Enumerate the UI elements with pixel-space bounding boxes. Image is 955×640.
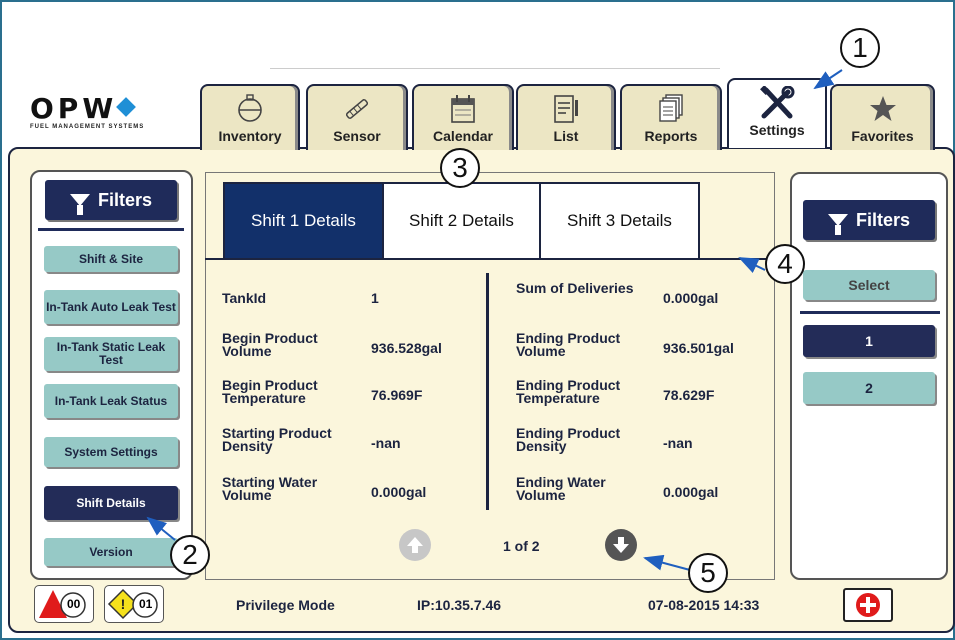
label-ending-product-volume: Ending Product Volume bbox=[516, 330, 621, 359]
page-up-button[interactable] bbox=[399, 529, 431, 561]
list-icon bbox=[518, 92, 614, 126]
opw-logo: OPW FUEL MANAGEMENT SYSTEMS bbox=[30, 95, 190, 135]
filter-in-tank-static-leak-test[interactable]: In-Tank Static Leak Test bbox=[44, 337, 178, 371]
label-begin-product-temperature: Begin Product Temperature bbox=[222, 377, 318, 406]
callout-5: 5 bbox=[688, 553, 728, 593]
tools-icon bbox=[729, 86, 825, 120]
tab-label: Inventory bbox=[218, 128, 282, 144]
tab-label: Reports bbox=[644, 128, 698, 144]
tab-favorites[interactable]: Favorites bbox=[830, 84, 935, 150]
value-ending-product-density: -nan bbox=[663, 435, 693, 451]
warning-indicator[interactable]: ! 01 bbox=[104, 585, 164, 623]
shift-tab-underline bbox=[205, 258, 775, 260]
filter-shift-site[interactable]: Shift & Site bbox=[44, 246, 178, 272]
svg-text:!: ! bbox=[121, 596, 126, 612]
tab-shift-2-details[interactable]: Shift 2 Details bbox=[382, 182, 541, 260]
tab-shift-1-details[interactable]: Shift 1 Details bbox=[223, 182, 384, 260]
callout-2: 2 bbox=[170, 535, 210, 575]
label-ending-product-density: Ending Product Density bbox=[516, 425, 621, 454]
filter-in-tank-auto-leak-test[interactable]: In-Tank Auto Leak Test bbox=[44, 290, 178, 324]
filter-in-tank-leak-status[interactable]: In-Tank Leak Status bbox=[44, 384, 178, 418]
value-begin-product-temperature: 76.969F bbox=[371, 387, 423, 403]
logo-brand: OPW bbox=[30, 92, 118, 125]
value-ending-product-volume: 936.501gal bbox=[663, 340, 734, 356]
filter-icon bbox=[69, 194, 90, 215]
privilege-mode-status: Privilege Mode bbox=[236, 597, 335, 613]
logo-diamond-icon bbox=[116, 97, 137, 117]
tab-label: Favorites bbox=[851, 128, 914, 144]
callout-1: 1 bbox=[840, 28, 880, 68]
arrow-up-icon bbox=[407, 537, 423, 553]
tab-settings[interactable]: Settings bbox=[727, 78, 827, 148]
alarm-triangle-icon bbox=[39, 590, 86, 618]
filter-version[interactable]: Version bbox=[44, 538, 178, 566]
tab-shift-3-details[interactable]: Shift 3 Details bbox=[539, 182, 700, 260]
tab-reports[interactable]: Reports bbox=[620, 84, 722, 150]
probe-icon bbox=[308, 92, 406, 126]
left-separator bbox=[38, 228, 184, 231]
filters-label: Filters bbox=[97, 189, 153, 210]
value-sum-of-deliveries: 0.000gal bbox=[663, 290, 719, 306]
left-filters-button[interactable]: Filters bbox=[45, 180, 177, 220]
label-starting-product-density: Starting Product Density bbox=[222, 425, 332, 454]
tab-label: List bbox=[553, 128, 579, 144]
ip-address: IP:10.35.7.46 bbox=[417, 597, 502, 613]
select-item-2[interactable]: 2 bbox=[803, 372, 935, 404]
calendar-icon bbox=[414, 92, 512, 126]
tab-list[interactable]: List bbox=[516, 84, 616, 150]
label-sum-of-deliveries: Sum of Deliveries bbox=[516, 280, 634, 296]
plus-circle-icon bbox=[856, 593, 880, 617]
tab-label: Settings bbox=[749, 122, 805, 138]
right-filters-button[interactable]: Filters bbox=[803, 200, 935, 240]
column-divider bbox=[486, 273, 489, 510]
star-icon bbox=[832, 92, 933, 126]
right-separator bbox=[800, 311, 940, 314]
tab-label: Sensor bbox=[333, 128, 381, 144]
alarm-count: 00 bbox=[67, 597, 81, 611]
warning-diamond-icon: ! bbox=[107, 588, 158, 620]
tab-inventory[interactable]: Inventory bbox=[200, 84, 300, 150]
gauge-icon bbox=[202, 92, 298, 126]
value-starting-product-density: -nan bbox=[371, 435, 401, 451]
filters-label: Filters bbox=[855, 209, 911, 230]
value-ending-product-temperature: 78.629F bbox=[663, 387, 715, 403]
label-starting-water-volume: Starting Water Volume bbox=[222, 474, 318, 503]
value-begin-product-volume: 936.528gal bbox=[371, 340, 442, 356]
tab-calendar[interactable]: Calendar bbox=[412, 84, 514, 150]
filter-shift-details[interactable]: Shift Details bbox=[44, 486, 178, 520]
select-item-1[interactable]: 1 bbox=[803, 325, 935, 357]
date-time: 07-08-2015 14:33 bbox=[648, 597, 760, 613]
label-begin-product-volume: Begin Product Volume bbox=[222, 330, 318, 359]
label-tankid: TankId bbox=[222, 290, 267, 306]
label-ending-water-volume: Ending Water Volume bbox=[516, 474, 606, 503]
value-tankid: 1 bbox=[371, 290, 379, 306]
tab-label: Calendar bbox=[433, 128, 493, 144]
label-ending-product-temperature: Ending Product Temperature bbox=[516, 377, 621, 406]
filter-system-settings[interactable]: System Settings bbox=[44, 437, 178, 467]
callout-4: 4 bbox=[765, 244, 805, 284]
page-indicator: 1 of 2 bbox=[503, 538, 540, 554]
callout-3: 3 bbox=[440, 148, 480, 188]
arrow-down-icon bbox=[613, 537, 629, 553]
logo-tagline: FUEL MANAGEMENT SYSTEMS bbox=[30, 124, 145, 130]
alarm-indicator[interactable]: 00 bbox=[34, 585, 94, 623]
page-down-button[interactable] bbox=[605, 529, 637, 561]
top-divider bbox=[270, 68, 720, 69]
add-button[interactable] bbox=[843, 588, 893, 622]
tab-sensor[interactable]: Sensor bbox=[306, 84, 408, 150]
reports-icon bbox=[622, 92, 720, 126]
select-button[interactable]: Select bbox=[803, 270, 935, 300]
filter-icon bbox=[827, 214, 848, 235]
value-ending-water-volume: 0.000gal bbox=[663, 484, 719, 500]
value-starting-water-volume: 0.000gal bbox=[371, 484, 427, 500]
warning-count: 01 bbox=[139, 597, 153, 611]
